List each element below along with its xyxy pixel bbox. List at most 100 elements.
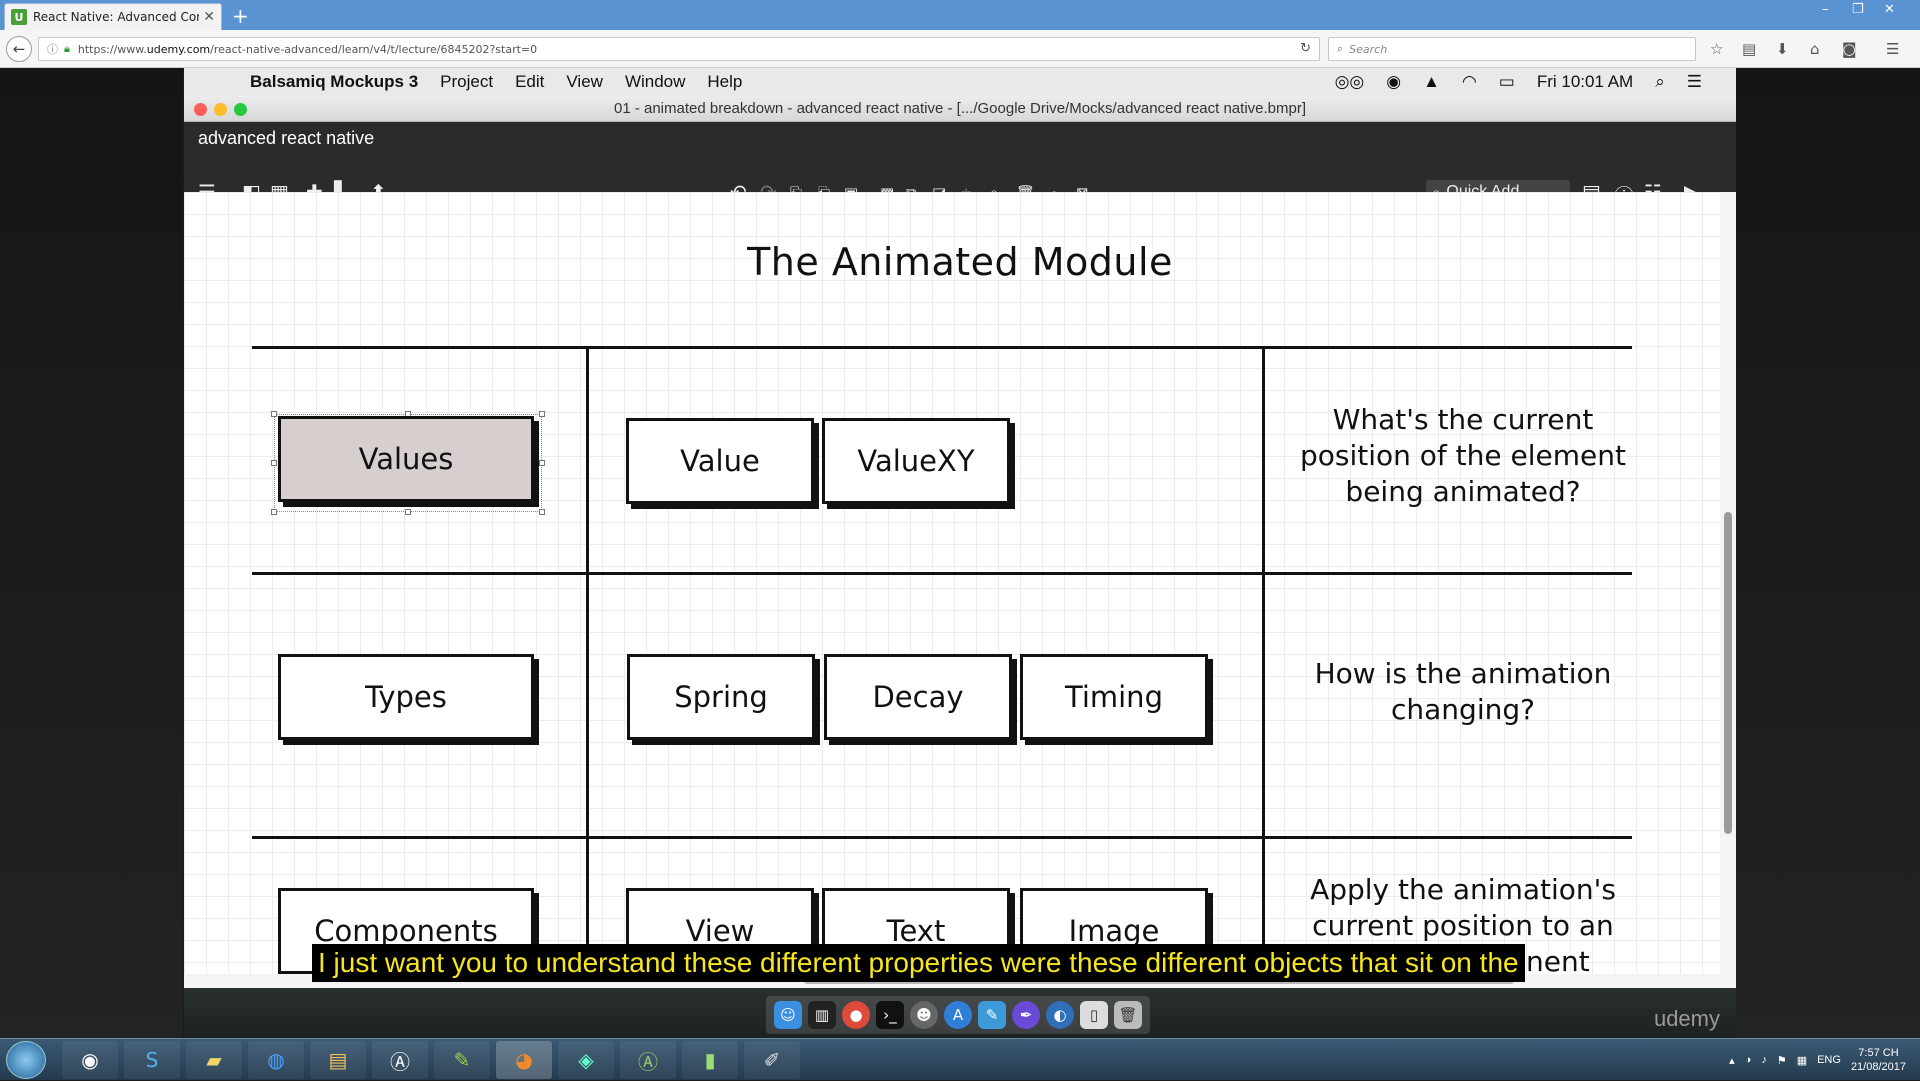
menu-app-name[interactable]: Balsamiq Mockups 3 xyxy=(250,72,418,92)
drive-icon[interactable]: ▲ xyxy=(1423,72,1440,92)
valuexy-button[interactable]: ValueXY xyxy=(822,418,1010,504)
wifi-icon[interactable]: ◠ xyxy=(1462,72,1477,92)
pocket-icon[interactable]: ◙ xyxy=(1842,40,1857,58)
info-icon[interactable]: ⓘ xyxy=(47,41,58,57)
tray-expand-icon[interactable]: ▴ xyxy=(1729,1054,1735,1067)
vertical-scrollbar[interactable] xyxy=(1720,192,1736,988)
close-tab-icon[interactable]: ✕ xyxy=(203,9,215,25)
notification-center-icon[interactable]: ☰ xyxy=(1687,72,1702,92)
video-letterbox-right xyxy=(1736,68,1920,1038)
taskbar-clock[interactable]: 7:57 CH 21/08/2017 xyxy=(1851,1046,1906,1074)
taskbar-date: 21/08/2017 xyxy=(1850,1061,1906,1073)
trash-bin-icon[interactable]: 🗑︎ xyxy=(1114,1001,1142,1029)
browser-app-icon[interactable]: ◐ xyxy=(1046,1001,1074,1029)
decay-button[interactable]: Decay xyxy=(824,654,1012,740)
terminal-icon[interactable]: ›_ xyxy=(876,1001,904,1029)
minimize-light-icon[interactable] xyxy=(214,103,227,116)
search-input[interactable]: ⌕ Search xyxy=(1328,37,1696,61)
menu-edit[interactable]: Edit xyxy=(515,72,544,92)
types-description: How is the animation changing? xyxy=(1314,657,1612,726)
timing-button[interactable]: Timing xyxy=(1020,654,1208,740)
restore-window-icon[interactable]: ❐ xyxy=(1852,2,1864,17)
explorer-taskbar-icon[interactable]: ▤ xyxy=(310,1041,366,1079)
home-icon[interactable]: ⌂ xyxy=(1810,40,1820,58)
reload-icon[interactable]: ↻ xyxy=(1300,41,1311,56)
search-icon: ⌕ xyxy=(1337,42,1344,55)
zalo-taskbar-icon[interactable]: ◍ xyxy=(248,1041,304,1079)
table-divider xyxy=(1262,346,1265,988)
app-store-icon[interactable]: A xyxy=(944,1001,972,1029)
finder-icon[interactable]: ☺ xyxy=(774,1001,802,1029)
spotlight-icon[interactable]: ⌕ xyxy=(1655,72,1665,92)
menu-window[interactable]: Window xyxy=(625,72,685,92)
udemy-watermark: udemy xyxy=(1653,1006,1720,1031)
action-center-icon[interactable]: ⚑ xyxy=(1777,1054,1787,1067)
reading-list-icon[interactable]: ▤ xyxy=(1742,40,1756,58)
language-indicator[interactable]: ENG xyxy=(1817,1054,1841,1066)
mockup-canvas[interactable]: The Animated Module Values Value ValueXY… xyxy=(184,192,1736,988)
documents-icon[interactable]: ▯ xyxy=(1080,1001,1108,1029)
value-button[interactable]: Value xyxy=(626,418,814,504)
android-studio-taskbar-icon[interactable]: Ⓐ xyxy=(620,1041,676,1079)
search-placeholder: Search xyxy=(1349,42,1388,56)
zoom-light-icon[interactable] xyxy=(234,103,247,116)
back-button[interactable]: ← xyxy=(6,36,32,62)
app-taskbar-icon[interactable]: Ⓐ xyxy=(372,1041,428,1079)
sticky-taskbar-icon[interactable]: ▮ xyxy=(682,1041,738,1079)
subtitle-caption: I just want you to understand these diff… xyxy=(312,944,1525,982)
record-icon[interactable]: ◉ xyxy=(1386,72,1401,92)
new-tab-button[interactable]: + xyxy=(232,4,249,28)
table-divider xyxy=(586,346,589,988)
volume-icon[interactable]: ♪ xyxy=(1761,1054,1767,1066)
close-light-icon[interactable] xyxy=(194,103,207,116)
window-title: 01 - animated breakdown - advanced react… xyxy=(613,100,1306,117)
table-rule xyxy=(252,572,1632,575)
url-bar[interactable]: ⓘ 🔒︎ https://www. udemy.com/react-native-… xyxy=(38,37,1320,61)
menu-icon[interactable]: ☰ xyxy=(1886,40,1899,58)
tab-title: React Native: Advanced Cor xyxy=(33,10,200,24)
close-window-icon[interactable]: ✕ xyxy=(1884,2,1895,17)
xcode-icon[interactable]: ✎ xyxy=(978,1001,1006,1029)
tray-app-icon[interactable]: ◑ xyxy=(1745,1054,1752,1066)
url-path: /react-native-advanced/learn/v4/t/lectur… xyxy=(210,42,538,56)
document-name: advanced react native xyxy=(198,128,375,148)
mockup-title: The Animated Module xyxy=(747,240,1173,284)
chrome-taskbar-icon[interactable]: ◉ xyxy=(62,1041,118,1079)
menu-clock[interactable]: Fri 10:01 AM xyxy=(1537,72,1633,92)
values-button[interactable]: Values xyxy=(278,416,534,502)
chrome-icon[interactable]: ● xyxy=(842,1001,870,1029)
pen-app-icon[interactable]: ✒ xyxy=(1012,1001,1040,1029)
windows-taskbar: ◉ S ▰ ◍ ▤ Ⓐ ✎ ◕ ◈ Ⓐ ▮ ✐ ▴ ◑ ♪ ⚑ ▦ ENG 7:… xyxy=(0,1038,1920,1080)
network-taskbar-icon[interactable]: ◈ xyxy=(558,1041,614,1079)
battery-icon[interactable]: ▭ xyxy=(1499,72,1515,92)
firefox-taskbar-icon[interactable]: ◕ xyxy=(496,1041,552,1079)
network-icon[interactable]: ▦ xyxy=(1797,1054,1807,1067)
mac-status-area: ◎◎ ◉ ▲ ◠ ▭ Fri 10:01 AM ⌕ ☰ xyxy=(1335,68,1702,96)
menu-project[interactable]: Project xyxy=(440,72,493,92)
vertical-scroll-thumb[interactable] xyxy=(1724,512,1732,834)
browser-nav-bar: ← ⓘ 🔒︎ https://www. udemy.com/react-nativ… xyxy=(0,30,1920,68)
spring-button[interactable]: Spring xyxy=(627,654,815,740)
minimize-window-icon[interactable]: – xyxy=(1822,2,1829,17)
glasses-icon[interactable]: ◎◎ xyxy=(1335,72,1365,92)
types-button[interactable]: Types xyxy=(278,654,534,740)
mac-menu-bar: Balsamiq Mockups 3 Project Edit View Win… xyxy=(184,68,1736,96)
start-button[interactable] xyxy=(6,1041,46,1079)
notepad-taskbar-icon[interactable]: ✎ xyxy=(434,1041,490,1079)
lock-icon: 🔒︎ xyxy=(64,42,70,55)
paint-taskbar-icon[interactable]: ✐ xyxy=(744,1041,800,1079)
video-player[interactable]: Balsamiq Mockups 3 Project Edit View Win… xyxy=(0,68,1920,1038)
activity-monitor-icon[interactable]: ▥ xyxy=(808,1001,836,1029)
menu-view[interactable]: View xyxy=(566,72,603,92)
taskbar-time: 7:57 CH xyxy=(1858,1047,1899,1059)
downloads-icon[interactable]: ⬇ xyxy=(1776,40,1789,58)
video-letterbox-left xyxy=(0,68,183,1038)
skype-taskbar-icon[interactable]: S xyxy=(124,1041,180,1079)
bookmark-star-icon[interactable]: ☆ xyxy=(1710,40,1723,58)
table-rule xyxy=(252,836,1632,839)
folder-taskbar-icon[interactable]: ▰ xyxy=(186,1041,242,1079)
browser-tab[interactable]: U React Native: Advanced Cor ✕ xyxy=(4,3,222,30)
menu-help[interactable]: Help xyxy=(707,72,742,92)
emoji-app-icon[interactable]: ☻ xyxy=(910,1001,938,1029)
url-prefix: https://www. xyxy=(77,42,147,56)
